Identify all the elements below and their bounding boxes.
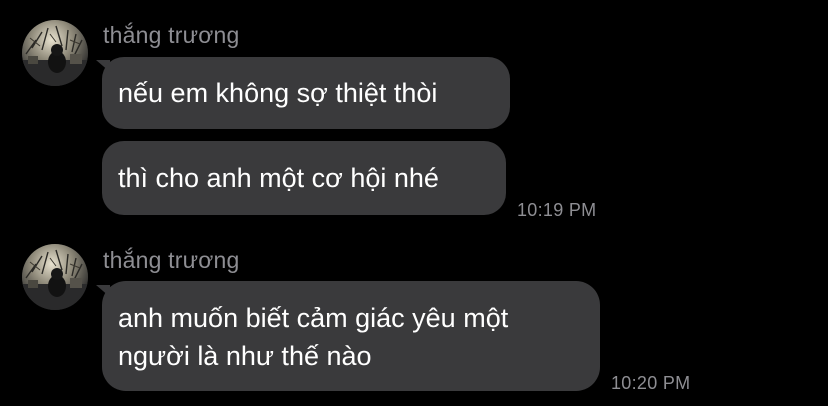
message-text: thì cho anh một cơ hội nhé	[118, 163, 439, 193]
sender-avatar[interactable]	[22, 244, 88, 310]
profile-photo-icon	[22, 20, 88, 86]
message-timestamp: 10:20 PM	[611, 373, 691, 393]
profile-photo-icon	[22, 244, 88, 310]
message-timestamp: 10:19 PM	[517, 200, 597, 220]
sender-avatar[interactable]	[22, 20, 88, 86]
sender-name: thắng trương	[103, 247, 240, 273]
sender-name: thắng trương	[103, 22, 240, 48]
message-bubble[interactable]: thì cho anh một cơ hội nhé	[102, 141, 506, 215]
message-text: nếu em không sợ thiệt thòi	[118, 78, 438, 108]
message-bubble[interactable]: nếu em không sợ thiệt thòi	[102, 57, 510, 129]
message-text-line: người là như thế nào	[118, 341, 372, 371]
message-text-line: anh muốn biết cảm giác yêu một	[118, 303, 509, 333]
message-bubble[interactable]: anh muốn biết cảm giác yêu một người là …	[102, 281, 600, 391]
